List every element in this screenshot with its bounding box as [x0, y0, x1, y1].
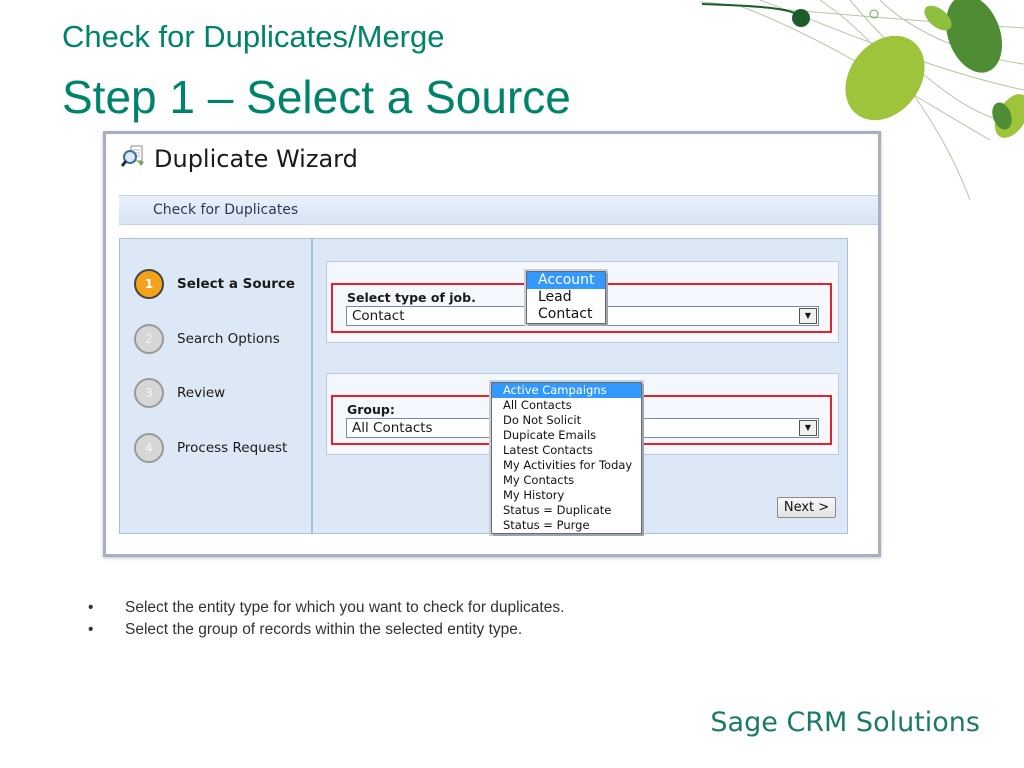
bullet-item: Select the entity type for which you wan…: [88, 597, 564, 619]
dropdown-option[interactable]: Latest Contacts: [492, 443, 641, 458]
step-4-badge: 4: [134, 433, 164, 463]
job-type-value: Contact: [352, 308, 405, 324]
step-review[interactable]: 3 Review: [134, 378, 225, 408]
dropdown-option[interactable]: Account: [527, 272, 605, 289]
wizard-header: Duplicate Wizard: [120, 142, 358, 176]
wizard-window: Duplicate Wizard Check for Duplicates 1 …: [106, 134, 878, 554]
step-3-badge: 3: [134, 378, 164, 408]
step-2-badge: 2: [134, 324, 164, 354]
main-pane: Select type of job. Contact ▼ Group: All…: [312, 238, 848, 534]
bullet-list: Select the entity type for which you wan…: [88, 597, 564, 641]
chevron-down-icon[interactable]: ▼: [799, 308, 817, 324]
dropdown-option[interactable]: Status = Purge: [492, 518, 641, 533]
wizard-title: Duplicate Wizard: [154, 145, 358, 173]
step-label: Review: [177, 385, 226, 401]
dropdown-option[interactable]: Do Not Solicit: [492, 413, 641, 428]
group-value: All Contacts: [352, 420, 433, 436]
job-type-label: Select type of job.: [347, 290, 476, 305]
step-process-request[interactable]: 4 Process Request: [134, 433, 287, 463]
step-label: Process Request: [177, 440, 288, 456]
brand-footer: Sage CRM Solutions: [710, 707, 980, 738]
dropdown-option[interactable]: Lead: [527, 289, 605, 306]
magnifier-document-icon: [120, 142, 148, 176]
wizard-subheader: Check for Duplicates: [119, 195, 878, 225]
step-search-options[interactable]: 2 Search Options: [134, 324, 280, 354]
dropdown-option[interactable]: Status = Duplicate: [492, 503, 641, 518]
step-select-source[interactable]: 1 Select a Source: [134, 269, 295, 299]
dropdown-option[interactable]: All Contacts: [492, 398, 641, 413]
slide-title: Check for Duplicates/Merge: [62, 19, 445, 54]
steps-pane: 1 Select a Source 2 Search Options 3 Rev…: [119, 238, 312, 534]
group-dropdown-list: Active Campaigns All Contacts Do Not Sol…: [491, 382, 642, 534]
next-button[interactable]: Next >: [777, 497, 836, 518]
dropdown-option[interactable]: My Contacts: [492, 473, 641, 488]
step-label: Select a Source: [177, 276, 296, 292]
dropdown-option[interactable]: Dupicate Emails: [492, 428, 641, 443]
step-label: Search Options: [177, 331, 280, 347]
job-type-dropdown-list: Account Lead Contact: [526, 271, 606, 324]
bullet-item: Select the group of records within the s…: [88, 619, 564, 641]
dropdown-option[interactable]: My Activities for Today: [492, 458, 641, 473]
dropdown-option[interactable]: My History: [492, 488, 641, 503]
step-1-badge: 1: [134, 269, 164, 299]
slide-subtitle: Step 1 – Select a Source: [62, 71, 571, 123]
group-label: Group:: [347, 402, 395, 417]
dropdown-option[interactable]: Contact: [527, 306, 605, 323]
chevron-down-icon[interactable]: ▼: [799, 420, 817, 436]
dropdown-option[interactable]: Active Campaigns: [492, 383, 641, 398]
wizard-screenshot: Duplicate Wizard Check for Duplicates 1 …: [103, 131, 881, 557]
